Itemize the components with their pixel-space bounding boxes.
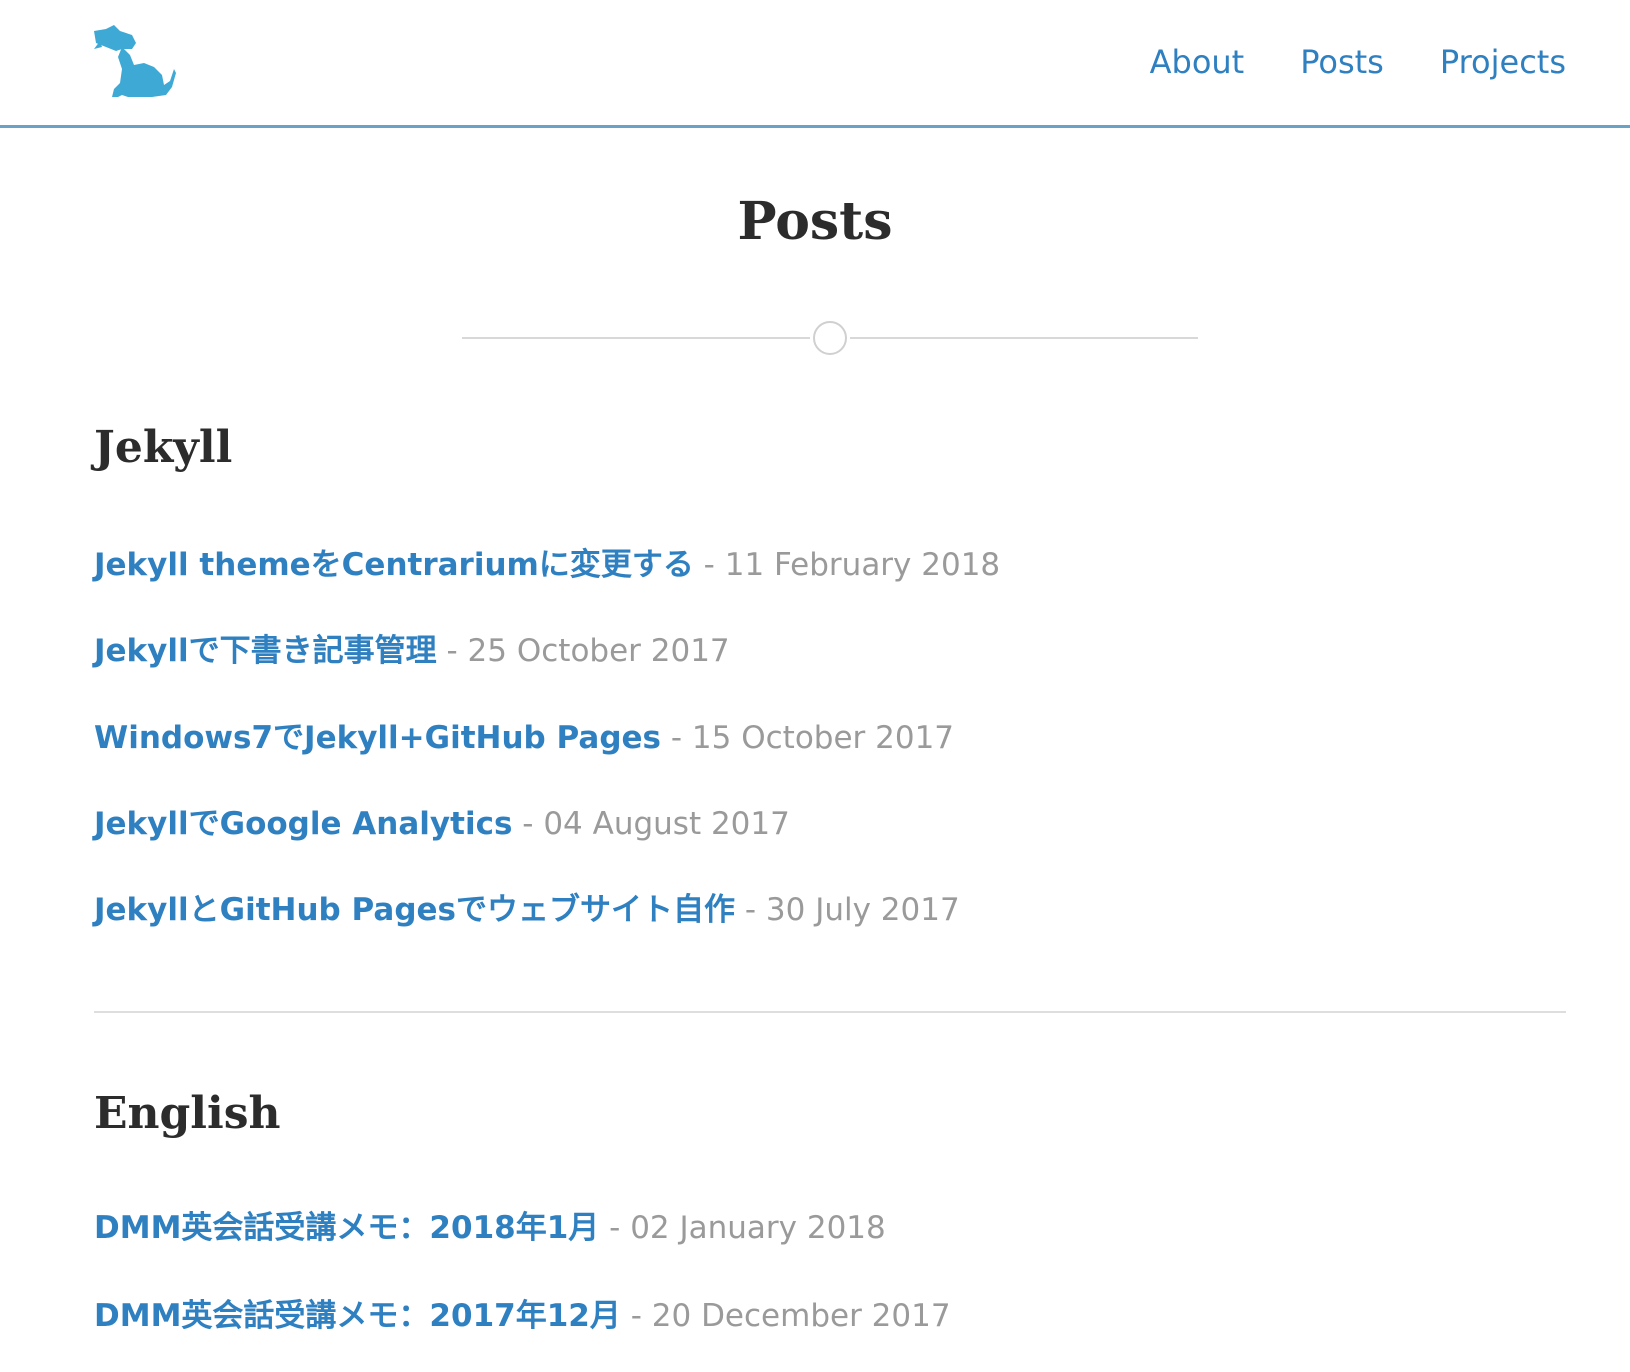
section-divider — [94, 1011, 1566, 1013]
post-separator: - — [436, 633, 468, 669]
post-separator: - — [512, 806, 544, 842]
post-separator: - — [735, 892, 766, 928]
post-date: 11 February 2018 — [724, 547, 1001, 583]
post-item: DMM英会話受講メモ：2018年1月 - 02 January 2018 — [94, 1206, 886, 1255]
post-title-link[interactable]: DMM英会話受講メモ：2018年1月 — [94, 1210, 599, 1246]
post-date: 02 January 2018 — [630, 1210, 886, 1246]
post-date: 30 July 2017 — [765, 892, 960, 928]
post-title-link[interactable]: Windows7でJekyll+GitHub Pages — [94, 720, 661, 756]
post-title-link[interactable]: JekyllでGoogle Analytics — [94, 806, 512, 842]
nav-projects-link[interactable]: Projects — [1440, 40, 1566, 84]
post-date: 15 October 2017 — [691, 720, 955, 756]
post-title-link[interactable]: Jekyll themeをCentrariumに変更する — [94, 547, 694, 583]
section-heading-english: English — [94, 1088, 281, 1139]
post-date: 20 December 2017 — [651, 1298, 951, 1334]
section-heading-jekyll: Jekyll — [94, 422, 233, 473]
post-title-link[interactable]: Jekyllで下書き記事管理 — [94, 633, 437, 669]
post-separator: - — [661, 720, 692, 756]
post-separator: - — [599, 1210, 631, 1246]
post-date: 04 August 2017 — [543, 806, 790, 842]
post-item: Jekyllで下書き記事管理 - 25 October 2017 — [94, 629, 730, 678]
main-nav: About Posts Projects — [1094, 40, 1566, 84]
post-separator: - — [693, 547, 725, 583]
post-title-link[interactable]: JekyllとGitHub Pagesでウェブサイト自作 — [94, 892, 735, 928]
post-item: JekyllでGoogle Analytics - 04 August 2017 — [94, 802, 790, 851]
nav-about-link[interactable]: About — [1150, 40, 1245, 84]
post-item: Windows7でJekyll+GitHub Pages - 15 Octobe… — [94, 716, 954, 765]
post-separator: - — [620, 1298, 652, 1334]
post-item: Jekyll themeをCentrariumに変更する - 11 Februa… — [94, 543, 1000, 592]
nav-posts-link[interactable]: Posts — [1300, 40, 1384, 84]
post-item: JekyllとGitHub Pagesでウェブサイト自作 - 30 July 2… — [94, 888, 960, 937]
post-title-link[interactable]: DMM英会話受講メモ：2017年12月 — [94, 1298, 621, 1334]
title-divider — [462, 321, 1198, 355]
post-item: DMM英会話受講メモ：2017年12月 - 20 December 2017 — [94, 1294, 951, 1343]
page-title: Posts — [737, 191, 893, 252]
dog-logo-icon[interactable] — [92, 25, 176, 99]
site-header: About Posts Projects — [0, 0, 1630, 128]
post-date: 25 October 2017 — [467, 633, 730, 669]
